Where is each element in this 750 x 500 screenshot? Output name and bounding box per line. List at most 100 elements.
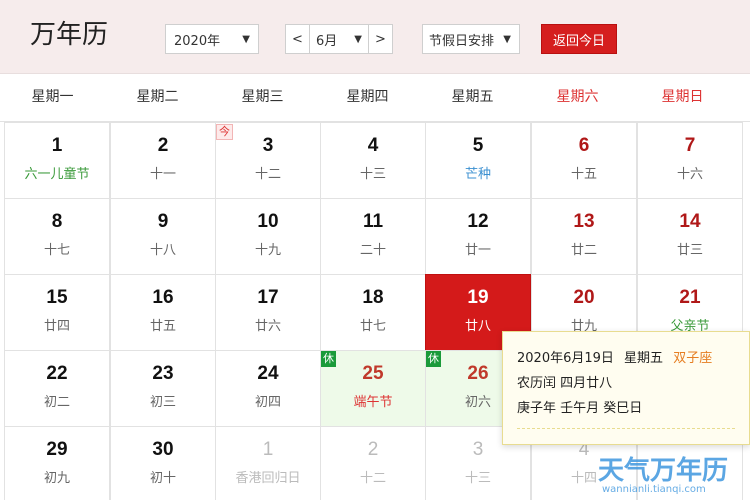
lunar-date: 十二 (359, 471, 386, 486)
day-cell[interactable]: 15 廿四 (4, 274, 110, 351)
day-number: 1 (51, 135, 63, 156)
weekday-label: 星期二 (136, 89, 179, 105)
lunar-date: 十五 (570, 167, 597, 182)
day-number: 22 (46, 363, 68, 384)
lunar-date: 初三 (149, 395, 176, 410)
lunar-date: 廿二 (570, 243, 597, 258)
today-marker: 今 (216, 124, 233, 140)
day-number: 20 (573, 287, 595, 308)
day-cell[interactable]: 12 廿一 (425, 198, 531, 275)
weekday-label: 星期三 (241, 89, 284, 105)
popup-divider (517, 428, 735, 429)
day-cell[interactable]: 17 廿六 (215, 274, 321, 351)
year-value: 2020年 (174, 33, 221, 49)
day-cell[interactable]: 9 十八 (110, 198, 216, 275)
month-select[interactable]: 6月 ▼ (310, 25, 368, 53)
day-cell[interactable]: 14 廿三 (637, 198, 743, 275)
day-number: 19 (467, 287, 489, 308)
day-number: 14 (679, 211, 701, 232)
lunar-date: 初九 (43, 471, 70, 486)
next-month-button[interactable]: > (368, 25, 392, 53)
month-value: 6月 (316, 33, 338, 49)
lunar-date: 十八 (149, 243, 176, 258)
year-select[interactable]: 2020年 ▼ (165, 24, 259, 54)
day-number: 25 (362, 363, 384, 384)
header: 万年历 2020年 ▼ < 6月 ▼ > 节假日安排 ▼ 返回今日 (0, 0, 750, 74)
day-number: 6 (578, 135, 590, 156)
day-number: 16 (152, 287, 174, 308)
lunar-date: 廿六 (254, 319, 281, 334)
weekday-label: 星期四 (346, 89, 389, 105)
lunar-date: 十二 (254, 167, 281, 182)
lunar-date: 十三 (359, 167, 386, 182)
day-cell[interactable]: 2 十二 (320, 426, 426, 500)
day-cell[interactable]: 10 十九 (215, 198, 321, 275)
day-cell[interactable]: 16 廿五 (110, 274, 216, 351)
holiday-select[interactable]: 节假日安排 ▼ (422, 24, 520, 54)
day-cell[interactable]: 11 二十 (320, 198, 426, 275)
lunar-date: 十一 (149, 167, 176, 182)
lunar-date: 端午节 (353, 395, 393, 410)
popup-ganzhi: 庚子年 壬午月 癸巳日 (517, 401, 643, 416)
day-cell[interactable]: 29 初九 (4, 426, 110, 500)
chevron-down-icon: ▼ (354, 33, 362, 45)
day-number: 12 (467, 211, 489, 232)
day-number: 11 (362, 211, 384, 232)
lunar-date: 十七 (43, 243, 70, 258)
watermark-url: wannianli.tianqi.com (602, 484, 706, 495)
weekday-label: 星期一 (31, 89, 74, 105)
day-cell[interactable]: 23 初三 (110, 350, 216, 427)
day-number: 7 (684, 135, 696, 156)
lunar-date: 初十 (149, 471, 176, 486)
day-number: 2 (367, 439, 379, 460)
day-cell[interactable]: 8 十七 (4, 198, 110, 275)
day-number: 30 (152, 439, 174, 460)
rest-day-badge: 休 (321, 351, 336, 367)
day-number: 23 (152, 363, 174, 384)
lunar-date: 廿七 (359, 319, 386, 334)
day-number: 9 (157, 211, 169, 232)
day-cell[interactable]: 7 十六 (637, 122, 743, 199)
lunar-date: 十六 (676, 167, 703, 182)
day-cell[interactable]: 5 芒种 (425, 122, 531, 199)
day-number: 15 (46, 287, 68, 308)
day-number: 4 (367, 135, 379, 156)
popup-date-line: 2020年6月19日 星期五 双子座 (517, 346, 735, 371)
lunar-date: 廿三 (676, 243, 703, 258)
weekday-label: 星期六 (556, 89, 599, 105)
app-title: 万年历 (30, 20, 109, 50)
popup-lunar: 农历闰 四月廿八 (517, 376, 613, 391)
prev-month-button[interactable]: < (286, 25, 310, 53)
day-cell[interactable]: 1 香港回归日 (215, 426, 321, 500)
popup-weekday: 星期五 (624, 351, 664, 366)
day-cell[interactable]: 1 六一儿童节 (4, 122, 110, 199)
day-cell[interactable]: 18 廿七 (320, 274, 426, 351)
day-number: 8 (51, 211, 63, 232)
lunar-date: 初四 (254, 395, 281, 410)
popup-date: 2020年6月19日 (517, 351, 614, 366)
day-number: 13 (573, 211, 595, 232)
lunar-date: 廿一 (464, 243, 491, 258)
day-cell[interactable]: 30 初十 (110, 426, 216, 500)
rest-day-badge: 休 (426, 351, 441, 367)
day-number: 10 (257, 211, 279, 232)
day-number: 2 (157, 135, 169, 156)
day-cell[interactable]: 2 十一 (110, 122, 216, 199)
day-cell[interactable]: 13 廿二 (531, 198, 637, 275)
day-cell[interactable]: 24 初四 (215, 350, 321, 427)
back-to-today-button[interactable]: 返回今日 (541, 24, 617, 54)
month-selector: < 6月 ▼ > (285, 24, 393, 54)
popup-zodiac: 双子座 (673, 351, 713, 366)
day-cell[interactable]: 6 十五 (531, 122, 637, 199)
lunar-date: 芒种 (464, 167, 491, 182)
weekday-header: 星期一 星期二 星期三 星期四 星期五 星期六 星期日 (0, 75, 750, 122)
day-cell[interactable]: 22 初二 (4, 350, 110, 427)
lunar-date: 十九 (254, 243, 281, 258)
day-cell[interactable]: 休 25 端午节 (320, 350, 426, 427)
lunar-date: 十三 (464, 471, 491, 486)
day-cell[interactable]: 4 十三 (320, 122, 426, 199)
day-number: 1 (262, 439, 274, 460)
lunar-date: 廿五 (149, 319, 176, 334)
day-number: 17 (257, 287, 279, 308)
day-number: 5 (472, 135, 484, 156)
